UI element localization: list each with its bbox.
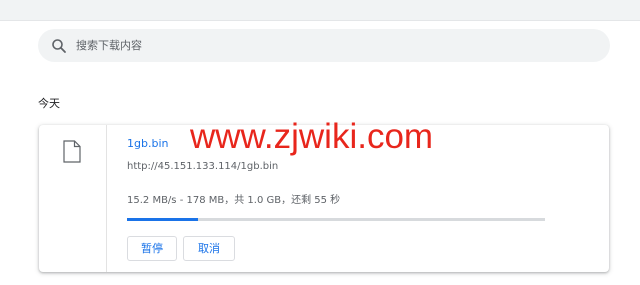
download-status: 15.2 MB/s - 178 MB，共 1.0 GB，还剩 55 秒 [127, 195, 341, 206]
pause-button[interactable]: 暂停 [127, 236, 177, 261]
progress-fill [127, 218, 199, 221]
file-url: http://45.151.133.114/1gb.bin [127, 161, 279, 172]
cancel-button[interactable]: 取消 [183, 236, 235, 261]
date-section-label: 今天 [38, 97, 60, 110]
search-input[interactable] [76, 35, 576, 56]
search-box[interactable] [38, 29, 610, 62]
file-name-link[interactable]: 1gb.bin [127, 137, 168, 150]
file-icon [63, 140, 81, 163]
search-icon [52, 39, 66, 53]
top-bar [0, 0, 640, 21]
watermark: www.zjwiki.com [190, 117, 434, 156]
file-icon-column [39, 125, 107, 272]
progress-bar [127, 218, 545, 221]
